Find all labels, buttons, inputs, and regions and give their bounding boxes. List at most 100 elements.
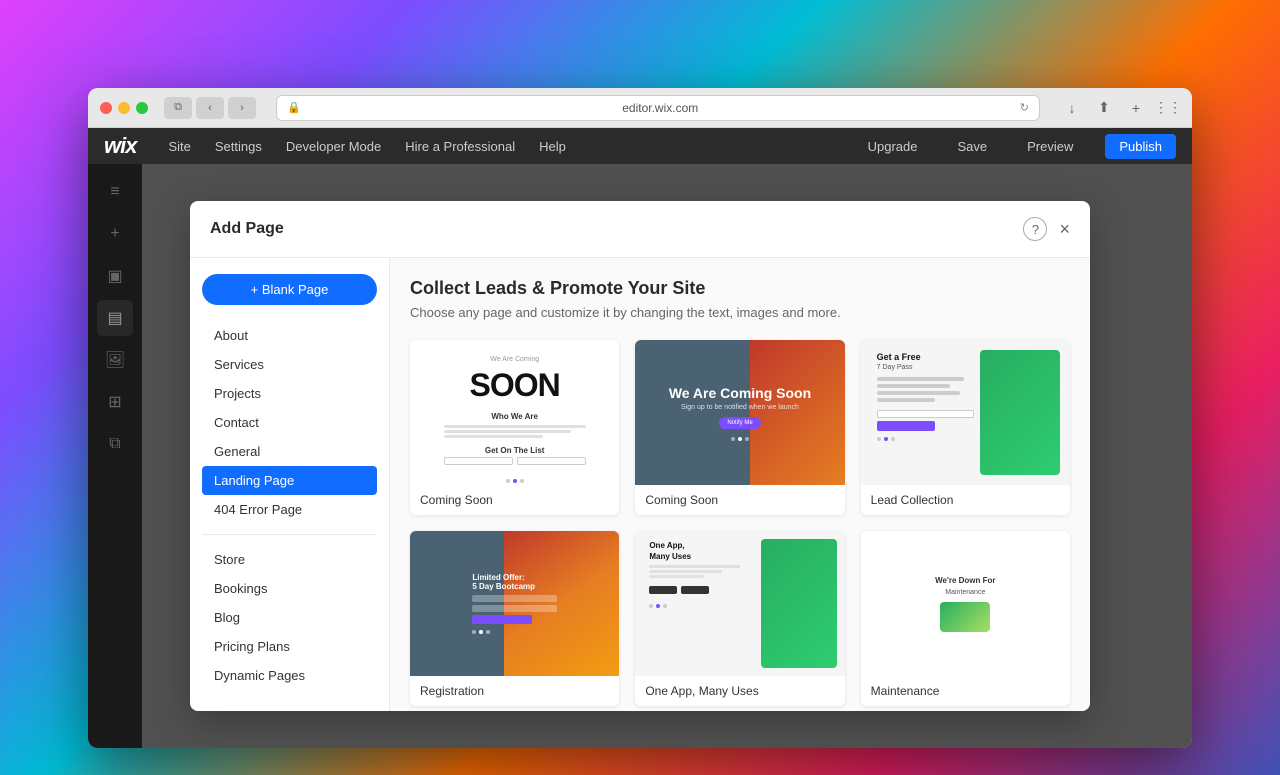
preview-app-sub: Many Uses (649, 552, 691, 561)
nav-item-contact[interactable]: Contact (202, 408, 377, 437)
preview-maintenance-title: We're Down For (935, 576, 995, 585)
preview-maintenance-img (940, 602, 990, 632)
reg-btn (472, 615, 531, 624)
wix-topbar: wix Site Settings Developer Mode Hire a … (88, 128, 1192, 164)
preview-reg-title: Limited Offer:5 Day Bootcamp (472, 573, 557, 591)
nav-section-pages: About Services Projects Contact General … (202, 321, 377, 524)
template-label-reg: Registration (410, 676, 619, 706)
modal-close-btn[interactable]: × (1059, 220, 1070, 238)
template-card-lead[interactable]: Get a Free 7 Day Pass (861, 340, 1070, 515)
traffic-lights (100, 102, 148, 114)
preview-dot (891, 437, 895, 441)
lead-item-line (877, 398, 936, 402)
tab-icon-btn[interactable]: ⧉ (164, 97, 192, 119)
new-tab-btn[interactable]: + (1124, 96, 1148, 120)
preview-dot (877, 437, 881, 441)
nav-item-projects[interactable]: Projects (202, 379, 377, 408)
preview-dot (506, 479, 510, 483)
content-subtitle: Choose any page and customize it by chan… (410, 305, 1070, 320)
nav-developer-mode[interactable]: Developer Mode (286, 139, 381, 154)
text-line (444, 430, 572, 433)
template-label-soon1: Coming Soon (410, 485, 619, 515)
lead-item-line (877, 377, 965, 381)
preview-dot (731, 437, 735, 441)
nav-divider (202, 534, 377, 535)
preview-app-title: One App, (649, 541, 684, 550)
preview-soon2-sub: Sign up to be notified when we launch (669, 404, 811, 411)
modal-title: Add Page (210, 220, 1023, 238)
downloads-btn[interactable]: ↓ (1060, 96, 1084, 120)
preview-soon2-text: We Are Coming Soon (669, 385, 811, 401)
preview-soon1-who: Who We Are (491, 412, 538, 421)
fullscreen-traffic-light[interactable] (136, 102, 148, 114)
template-card-registration[interactable]: Limited Offer:5 Day Bootcamp (410, 531, 619, 706)
publish-btn[interactable]: Publish (1105, 134, 1176, 159)
content-title: Collect Leads & Promote Your Site (410, 278, 1070, 299)
preview-maintenance-sub: Maintenance (945, 589, 985, 596)
forward-btn[interactable]: › (228, 97, 256, 119)
browser-window: ⧉ ‹ › 🔒 editor.wix.com ↻ ↓ ⬆ + ⋮⋮ wix Si… (88, 88, 1192, 748)
share-btn[interactable]: ⬆ (1092, 96, 1116, 120)
close-traffic-light[interactable] (100, 102, 112, 114)
lead-item-line (877, 391, 960, 395)
text-line (649, 575, 703, 578)
preview-btn[interactable]: Preview (1019, 135, 1081, 158)
nav-item-blog[interactable]: Blog (202, 603, 377, 632)
template-preview-soon-1: We Are Coming SOON Who We Are (410, 340, 619, 485)
preview-lead-form (877, 410, 975, 431)
back-btn[interactable]: ‹ (196, 97, 224, 119)
template-label-app: One App, Many Uses (635, 676, 844, 706)
nav-item-general[interactable]: General (202, 437, 377, 466)
preview-soon2-overlay: We Are Coming Soon Sign up to be notifie… (669, 385, 811, 441)
modal-help-btn[interactable]: ? (1023, 217, 1047, 241)
nav-settings[interactable]: Settings (215, 139, 262, 154)
preview-lead-img (980, 350, 1060, 475)
template-card-maintenance[interactable]: We're Down For Maintenance Maintenance (861, 531, 1070, 706)
nav-hire[interactable]: Hire a Professional (405, 139, 515, 154)
preview-dot (745, 437, 749, 441)
save-btn[interactable]: Save (949, 135, 995, 158)
template-preview-soon-2: We Are Coming Soon Sign up to be notifie… (635, 340, 844, 485)
lead-form-field (877, 410, 975, 418)
preview-lead-sub: 7 Day Pass (877, 364, 913, 371)
preview-dot (486, 630, 490, 634)
modal-left-panel: + Blank Page About Services Projects Con… (190, 258, 390, 711)
nav-item-services[interactable]: Services (202, 350, 377, 379)
nav-item-pricing[interactable]: Pricing Plans (202, 632, 377, 661)
text-line (444, 425, 586, 428)
extensions-btn[interactable]: ⋮⋮ (1156, 96, 1180, 120)
text-line (444, 435, 543, 438)
template-preview-lead: Get a Free 7 Day Pass (861, 340, 1070, 485)
blank-page-btn[interactable]: + Blank Page (202, 274, 377, 305)
nav-item-store[interactable]: Store (202, 545, 377, 574)
reg-field (472, 595, 557, 602)
add-page-modal: Add Page ? × + Blank Page About Services (190, 201, 1090, 711)
lead-form-btn (877, 421, 936, 431)
nav-item-bookings[interactable]: Bookings (202, 574, 377, 603)
preview-soon1-geton: Get On The List (485, 446, 545, 455)
nav-help[interactable]: Help (539, 139, 566, 154)
template-card-app[interactable]: One App, Many Uses (635, 531, 844, 706)
template-card-coming-soon-2[interactable]: We Are Coming Soon Sign up to be notifie… (635, 340, 844, 515)
preview-soon1-bigtext: SOON (470, 367, 560, 404)
modal-header-actions: ? × (1023, 217, 1070, 241)
nav-item-404[interactable]: 404 Error Page (202, 495, 377, 524)
address-bar[interactable]: 🔒 editor.wix.com ↻ (276, 95, 1040, 121)
preview-lead-title: Get a Free (877, 352, 921, 362)
preview-field (444, 457, 513, 465)
upgrade-btn[interactable]: Upgrade (860, 135, 926, 158)
nav-item-landing-page[interactable]: Landing Page (202, 466, 377, 495)
preview-dot-active (884, 437, 888, 441)
nav-item-about[interactable]: About (202, 321, 377, 350)
nav-site[interactable]: Site (168, 139, 190, 154)
nav-item-dynamic[interactable]: Dynamic Pages (202, 661, 377, 690)
minimize-traffic-light[interactable] (118, 102, 130, 114)
nav-section-store: Store Bookings Blog Pricing Plans Dynami… (202, 545, 377, 690)
preview-field (517, 457, 586, 465)
preview-dot (520, 479, 524, 483)
preview-dot-active (656, 604, 660, 608)
text-line (649, 570, 722, 573)
preview-dot (649, 604, 653, 608)
template-card-coming-soon-1[interactable]: We Are Coming SOON Who We Are (410, 340, 619, 515)
template-preview-reg: Limited Offer:5 Day Bootcamp (410, 531, 619, 676)
